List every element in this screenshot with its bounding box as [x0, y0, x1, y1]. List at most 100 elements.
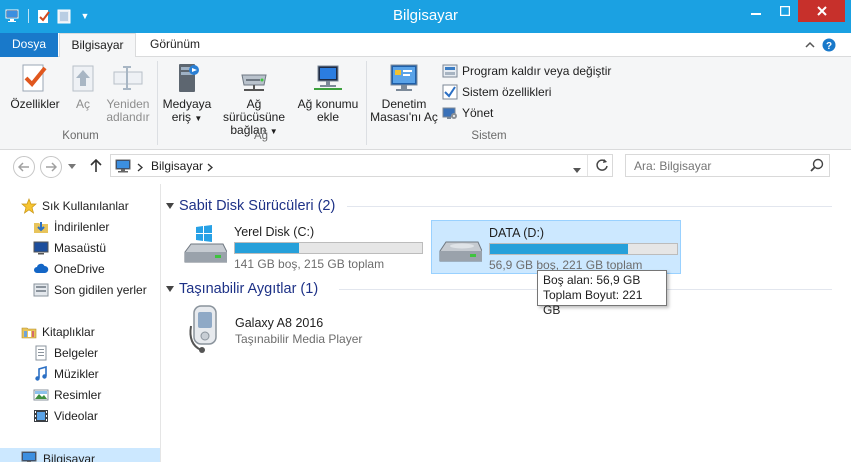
drive-space-info: 141 GB boş, 215 GB toplam	[234, 257, 385, 271]
refresh-icon[interactable]	[595, 158, 609, 175]
add-network-location-button[interactable]: Ağ konumu ekle	[295, 61, 361, 124]
pictures-icon	[33, 387, 49, 403]
explorer-window: ▼ Bilgisayar Dosya Bilgisayar Görünüm ? …	[0, 0, 851, 462]
drive-name: Yerel Disk (C:)	[234, 225, 315, 239]
uninstall-program-button[interactable]: Program kaldır veya değiştir	[442, 62, 611, 80]
nav-computer[interactable]: Bilgisayar	[0, 448, 160, 462]
cloud-icon	[33, 261, 49, 277]
navigation-bar: Bilgisayar	[0, 150, 851, 184]
group-label-ag: Ağ	[253, 130, 269, 142]
tab-file[interactable]: Dosya	[0, 33, 58, 57]
downloads-icon	[33, 219, 49, 235]
minimize-button[interactable]	[741, 0, 771, 22]
group-header-removable-devices[interactable]: Taşınabilir Aygıtlar (1)	[161, 279, 318, 299]
windows-drive-icon	[181, 224, 228, 270]
drive-usage-fill	[490, 244, 628, 254]
nav-pictures[interactable]: Resimler	[33, 385, 101, 405]
libraries-icon	[21, 324, 37, 340]
properties-icon	[18, 61, 52, 95]
search-input[interactable]	[634, 157, 804, 174]
open-control-panel-button[interactable]: Denetim Masası'nı Aç	[370, 61, 438, 124]
desktop-icon	[33, 240, 49, 256]
tab-computer[interactable]: Bilgisayar	[59, 33, 136, 58]
drive-name: DATA (D:)	[489, 226, 545, 240]
device-type: Taşınabilir Media Player	[235, 332, 363, 346]
manage-icon	[442, 105, 458, 121]
ribbon: Özellikler Aç Yeniden adlandır Konum Med…	[0, 57, 851, 150]
system-properties-icon	[442, 84, 458, 100]
nav-recent-places[interactable]: Son gidilen yerler	[33, 280, 147, 300]
map-network-drive-button[interactable]: Ağ sürücüsüne bağlan ▼	[215, 61, 293, 138]
nav-documents[interactable]: Belgeler	[33, 343, 98, 363]
manage-button[interactable]: Yönet	[442, 104, 493, 122]
nav-videos[interactable]: Videolar	[33, 406, 98, 426]
network-drive-icon	[237, 61, 271, 95]
group-divider	[347, 206, 832, 207]
hard-drive-icon	[436, 225, 483, 271]
breadcrumb-chevron-icon[interactable]	[137, 161, 143, 175]
media-server-icon	[170, 61, 204, 95]
device-galaxy-a8[interactable]: Galaxy A8 2016 Taşınabilir Media Player	[180, 304, 440, 356]
address-bar[interactable]: Bilgisayar	[110, 154, 613, 177]
computer-icon	[21, 450, 37, 462]
ribbon-separator	[157, 61, 158, 145]
separator	[587, 155, 588, 176]
window-title: Bilgisayar	[392, 7, 459, 24]
group-collapse-icon[interactable]	[161, 203, 179, 209]
access-media-button[interactable]: Medyaya eriş ▼	[161, 61, 213, 125]
search-icon[interactable]	[810, 158, 824, 175]
video-film-icon	[33, 408, 49, 424]
back-button[interactable]	[13, 156, 35, 178]
ribbon-separator	[366, 61, 367, 145]
open-button[interactable]: Aç	[66, 61, 100, 111]
nav-libraries[interactable]: Kitaplıklar	[21, 322, 95, 342]
group-label-konum: Konum	[62, 130, 99, 142]
svg-text:?: ?	[826, 41, 832, 52]
drive-usage-bar	[234, 242, 423, 254]
group-collapse-icon[interactable]	[161, 286, 179, 292]
navigation-pane: Sık Kullanılanlar İndirilenler Masaüstü …	[0, 184, 161, 462]
group-header-hard-disks[interactable]: Sabit Disk Sürücüleri (2)	[161, 196, 335, 216]
recent-places-icon	[33, 282, 49, 298]
nav-onedrive[interactable]: OneDrive	[33, 259, 105, 279]
close-button[interactable]	[798, 0, 845, 22]
breadcrumb-computer[interactable]: Bilgisayar	[151, 159, 203, 173]
tab-view[interactable]: Görünüm	[140, 33, 210, 57]
documents-icon	[33, 345, 49, 361]
drive-usage-bar	[489, 243, 678, 255]
nav-desktop[interactable]: Masaüstü	[33, 238, 106, 258]
drive-c[interactable]: Yerel Disk (C:) 141 GB boş, 215 GB topla…	[177, 220, 432, 274]
address-dropdown-icon[interactable]	[573, 162, 581, 176]
media-player-device-icon	[185, 304, 225, 354]
control-panel-icon	[387, 61, 421, 95]
drive-usage-fill	[235, 243, 299, 253]
chevron-down-icon: ▼	[194, 114, 203, 123]
open-icon	[66, 61, 100, 95]
group-label-sistem: Sistem	[471, 130, 507, 142]
ribbon-tabs: Dosya Bilgisayar Görünüm ?	[0, 33, 851, 58]
nav-music[interactable]: Müzikler	[33, 364, 99, 384]
network-location-icon	[311, 61, 345, 95]
nav-downloads[interactable]: İndirilenler	[33, 217, 109, 237]
system-properties-button[interactable]: Sistem özellikleri	[442, 83, 551, 101]
programs-icon	[442, 63, 458, 79]
help-icon[interactable]: ?	[821, 37, 837, 53]
drive-tooltip: Boş alan: 56,9 GB Toplam Boyut: 221 GB	[537, 270, 667, 317]
forward-button[interactable]	[40, 156, 62, 178]
properties-button[interactable]: Özellikler	[8, 61, 62, 111]
maximize-button[interactable]	[770, 0, 800, 22]
search-box[interactable]	[625, 154, 830, 177]
recent-locations-chevron-icon[interactable]	[66, 160, 78, 172]
chevron-up-icon[interactable]	[802, 37, 818, 53]
drive-d[interactable]: DATA (D:) 56,9 GB boş, 221 GB toplam	[431, 220, 681, 274]
nav-favorites[interactable]: Sık Kullanılanlar	[21, 196, 129, 216]
music-note-icon	[33, 366, 49, 382]
device-name: Galaxy A8 2016	[235, 316, 324, 330]
star-icon	[21, 198, 37, 214]
computer-icon	[115, 158, 131, 177]
rename-icon	[111, 61, 145, 95]
rename-button[interactable]: Yeniden adlandır	[103, 61, 153, 124]
breadcrumb-chevron-icon[interactable]	[207, 161, 213, 175]
title-bar: ▼ Bilgisayar	[0, 0, 851, 33]
up-arrow-icon[interactable]	[88, 158, 104, 174]
